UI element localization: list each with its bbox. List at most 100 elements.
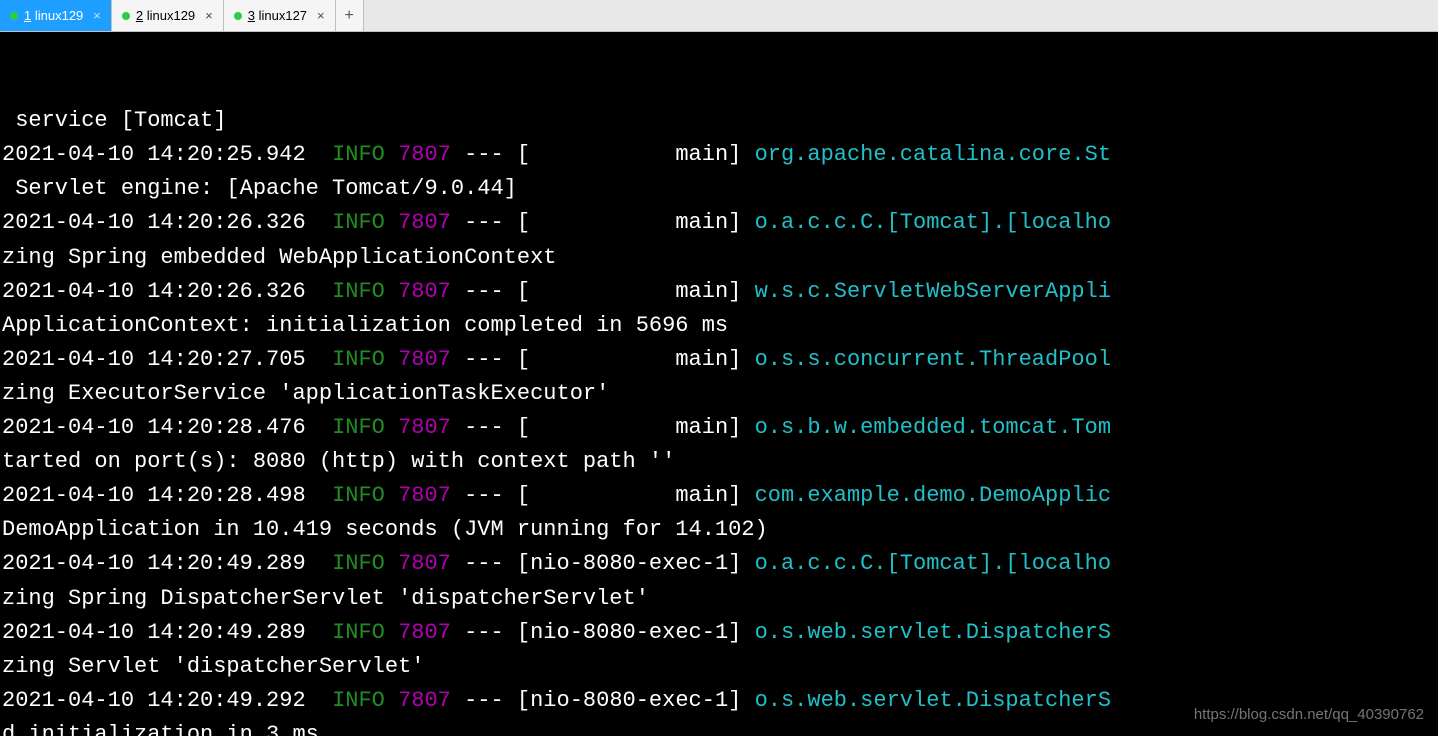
log-logger: com.example.demo.DemoApplic bbox=[755, 483, 1111, 508]
log-level: INFO bbox=[332, 415, 385, 440]
log-separator: ] bbox=[728, 142, 754, 167]
log-level: INFO bbox=[332, 279, 385, 304]
log-message: zing Spring embedded WebApplicationConte… bbox=[2, 245, 557, 270]
log-separator: ] bbox=[728, 210, 754, 235]
close-icon[interactable]: × bbox=[89, 8, 105, 23]
log-line: 2021-04-10 14:20:28.498 INFO 7807 --- [ … bbox=[2, 479, 1436, 513]
log-thread: main bbox=[530, 415, 728, 440]
log-line: service [Tomcat] bbox=[2, 104, 1436, 138]
log-thread: nio-8080-exec-1 bbox=[530, 620, 728, 645]
log-level: INFO bbox=[332, 347, 385, 372]
log-timestamp: 2021-04-10 14:20:26.326 bbox=[2, 279, 306, 304]
log-thread: main bbox=[530, 483, 728, 508]
log-separator: ] bbox=[728, 483, 754, 508]
log-thread: main bbox=[530, 347, 728, 372]
log-logger: w.s.c.ServletWebServerAppli bbox=[755, 279, 1111, 304]
log-line: zing Spring embedded WebApplicationConte… bbox=[2, 241, 1436, 275]
log-separator: --- [ bbox=[464, 620, 530, 645]
log-logger: o.a.c.c.C.[Tomcat].[localho bbox=[755, 551, 1111, 576]
log-pid: 7807 bbox=[398, 142, 451, 167]
log-timestamp: 2021-04-10 14:20:49.289 bbox=[2, 551, 306, 576]
log-timestamp: 2021-04-10 14:20:27.705 bbox=[2, 347, 306, 372]
log-separator: --- [ bbox=[464, 415, 530, 440]
log-line: zing Servlet 'dispatcherServlet' bbox=[2, 650, 1436, 684]
log-level: INFO bbox=[332, 620, 385, 645]
log-pid: 7807 bbox=[398, 688, 451, 713]
log-logger: o.s.web.servlet.DispatcherS bbox=[755, 620, 1111, 645]
log-thread: main bbox=[530, 210, 728, 235]
log-line: 2021-04-10 14:20:27.705 INFO 7807 --- [ … bbox=[2, 343, 1436, 377]
log-line: zing ExecutorService 'applicationTaskExe… bbox=[2, 377, 1436, 411]
log-thread: nio-8080-exec-1 bbox=[530, 688, 728, 713]
log-line: 2021-04-10 14:20:49.289 INFO 7807 --- [n… bbox=[2, 547, 1436, 581]
log-logger: o.a.c.c.C.[Tomcat].[localho bbox=[755, 210, 1111, 235]
log-line: 2021-04-10 14:20:25.942 INFO 7807 --- [ … bbox=[2, 138, 1436, 172]
log-line: 2021-04-10 14:20:26.326 INFO 7807 --- [ … bbox=[2, 275, 1436, 309]
log-line: 2021-04-10 14:20:49.289 INFO 7807 --- [n… bbox=[2, 616, 1436, 650]
log-logger: o.s.web.servlet.DispatcherS bbox=[755, 688, 1111, 713]
log-separator: --- [ bbox=[464, 279, 530, 304]
close-icon[interactable]: × bbox=[201, 8, 217, 23]
tab-1[interactable]: 2 linux129 × bbox=[112, 0, 224, 31]
log-line: Servlet engine: [Apache Tomcat/9.0.44] bbox=[2, 172, 1436, 206]
log-line: tarted on port(s): 8080 (http) with cont… bbox=[2, 445, 1436, 479]
log-separator: ] bbox=[728, 551, 754, 576]
log-thread: main bbox=[530, 279, 728, 304]
add-tab-button[interactable]: + bbox=[336, 0, 364, 31]
log-message: service [Tomcat] bbox=[2, 108, 226, 133]
log-separator: --- [ bbox=[464, 142, 530, 167]
terminal-output[interactable]: service [Tomcat] 2021-04-10 14:20:25.942 … bbox=[0, 32, 1438, 736]
log-pid: 7807 bbox=[398, 210, 451, 235]
log-timestamp: 2021-04-10 14:20:49.289 bbox=[2, 620, 306, 645]
log-separator: ] bbox=[728, 688, 754, 713]
log-separator: --- [ bbox=[464, 688, 530, 713]
log-timestamp: 2021-04-10 14:20:49.292 bbox=[2, 688, 306, 713]
log-line: 2021-04-10 14:20:28.476 INFO 7807 --- [ … bbox=[2, 411, 1436, 445]
log-thread: main bbox=[530, 142, 728, 167]
log-pid: 7807 bbox=[398, 415, 451, 440]
log-separator: --- [ bbox=[464, 483, 530, 508]
log-separator: ] bbox=[728, 620, 754, 645]
log-separator: --- [ bbox=[464, 347, 530, 372]
log-message: ApplicationContext: initialization compl… bbox=[2, 313, 728, 338]
log-timestamp: 2021-04-10 14:20:28.476 bbox=[2, 415, 306, 440]
log-message: DemoApplication in 10.419 seconds (JVM r… bbox=[2, 517, 768, 542]
log-line: 2021-04-10 14:20:26.326 INFO 7807 --- [ … bbox=[2, 206, 1436, 240]
log-line: DemoApplication in 10.419 seconds (JVM r… bbox=[2, 513, 1436, 547]
log-message: Servlet engine: [Apache Tomcat/9.0.44] bbox=[2, 176, 517, 201]
close-icon[interactable]: × bbox=[313, 8, 329, 23]
log-pid: 7807 bbox=[398, 347, 451, 372]
log-pid: 7807 bbox=[398, 483, 451, 508]
log-separator: --- [ bbox=[464, 551, 530, 576]
log-separator: ] bbox=[728, 347, 754, 372]
log-pid: 7807 bbox=[398, 551, 451, 576]
tab-0[interactable]: 1 linux129× bbox=[0, 0, 112, 31]
log-level: INFO bbox=[332, 688, 385, 713]
log-message: tarted on port(s): 8080 (http) with cont… bbox=[2, 449, 675, 474]
log-message: zing ExecutorService 'applicationTaskExe… bbox=[2, 381, 609, 406]
log-logger: o.s.s.concurrent.ThreadPool bbox=[755, 347, 1111, 372]
status-dot-icon bbox=[122, 12, 130, 20]
status-dot-icon bbox=[10, 12, 18, 20]
log-timestamp: 2021-04-10 14:20:25.942 bbox=[2, 142, 306, 167]
log-separator: ] bbox=[728, 279, 754, 304]
tab-label: 3 linux127 bbox=[248, 8, 307, 23]
log-message: zing Servlet 'dispatcherServlet' bbox=[2, 654, 424, 679]
log-level: INFO bbox=[332, 142, 385, 167]
log-thread: nio-8080-exec-1 bbox=[530, 551, 728, 576]
log-level: INFO bbox=[332, 210, 385, 235]
log-separator: ] bbox=[728, 415, 754, 440]
log-timestamp: 2021-04-10 14:20:26.326 bbox=[2, 210, 306, 235]
tab-bar: 1 linux129× 2 linux129 × 3 linux127 × + bbox=[0, 0, 1438, 32]
log-message: d initialization in 3 ms bbox=[2, 722, 319, 736]
log-pid: 7807 bbox=[398, 279, 451, 304]
log-pid: 7807 bbox=[398, 620, 451, 645]
tab-2[interactable]: 3 linux127 × bbox=[224, 0, 336, 31]
tab-label: 2 linux129 bbox=[136, 8, 195, 23]
watermark-text: https://blog.csdn.net/qq_40390762 bbox=[1194, 703, 1424, 726]
log-message: zing Spring DispatcherServlet 'dispatche… bbox=[2, 586, 649, 611]
log-level: INFO bbox=[332, 483, 385, 508]
log-line: ApplicationContext: initialization compl… bbox=[2, 309, 1436, 343]
log-line: zing Spring DispatcherServlet 'dispatche… bbox=[2, 582, 1436, 616]
log-logger: o.s.b.w.embedded.tomcat.Tom bbox=[755, 415, 1111, 440]
